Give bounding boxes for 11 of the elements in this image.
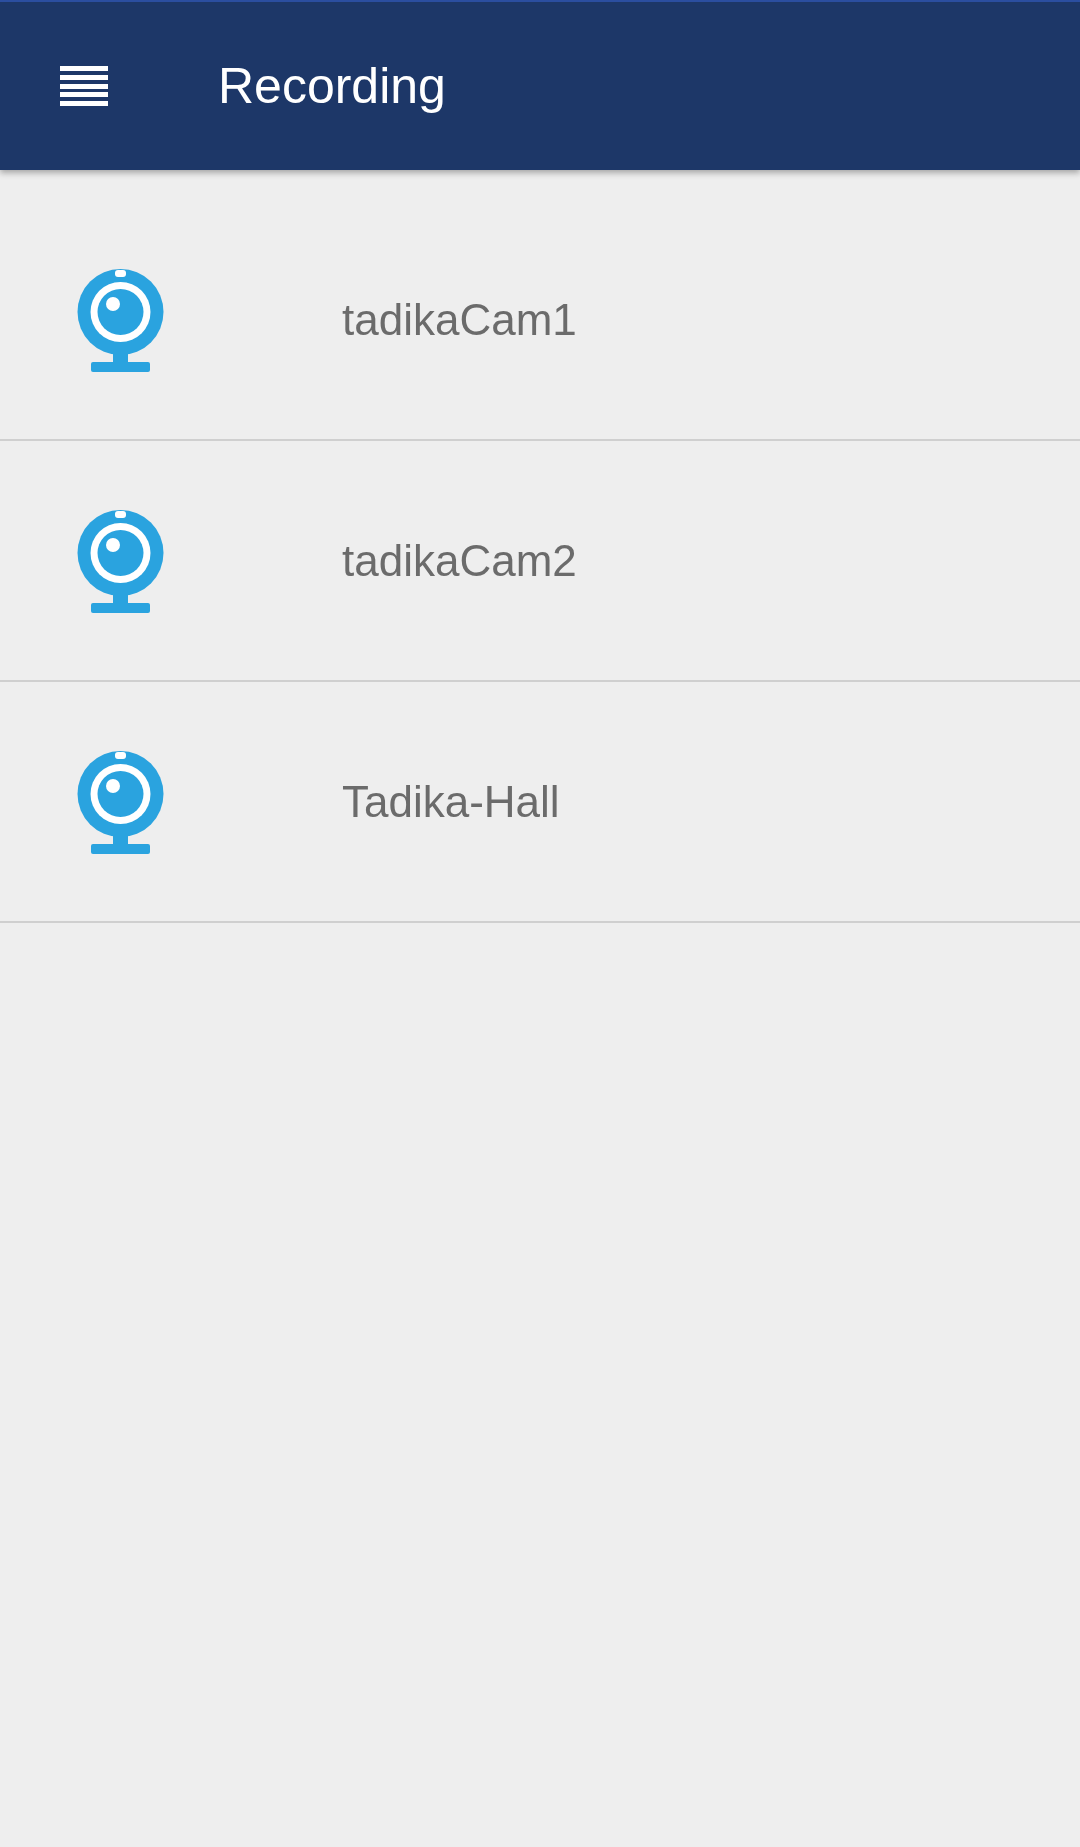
menu-icon[interactable]	[60, 66, 108, 106]
webcam-icon	[77, 267, 164, 372]
camera-row[interactable]: tadikaCam1	[0, 200, 1080, 441]
camera-row[interactable]: Tadika-Hall	[0, 682, 1080, 923]
camera-name: tadikaCam2	[342, 534, 577, 587]
screen-title: Recording	[218, 61, 446, 111]
camera-name: tadikaCam1	[342, 293, 577, 346]
webcam-icon	[77, 749, 164, 854]
webcam-icon	[77, 508, 164, 613]
camera-row[interactable]: tadikaCam2	[0, 441, 1080, 682]
camera-name: Tadika-Hall	[342, 775, 560, 828]
